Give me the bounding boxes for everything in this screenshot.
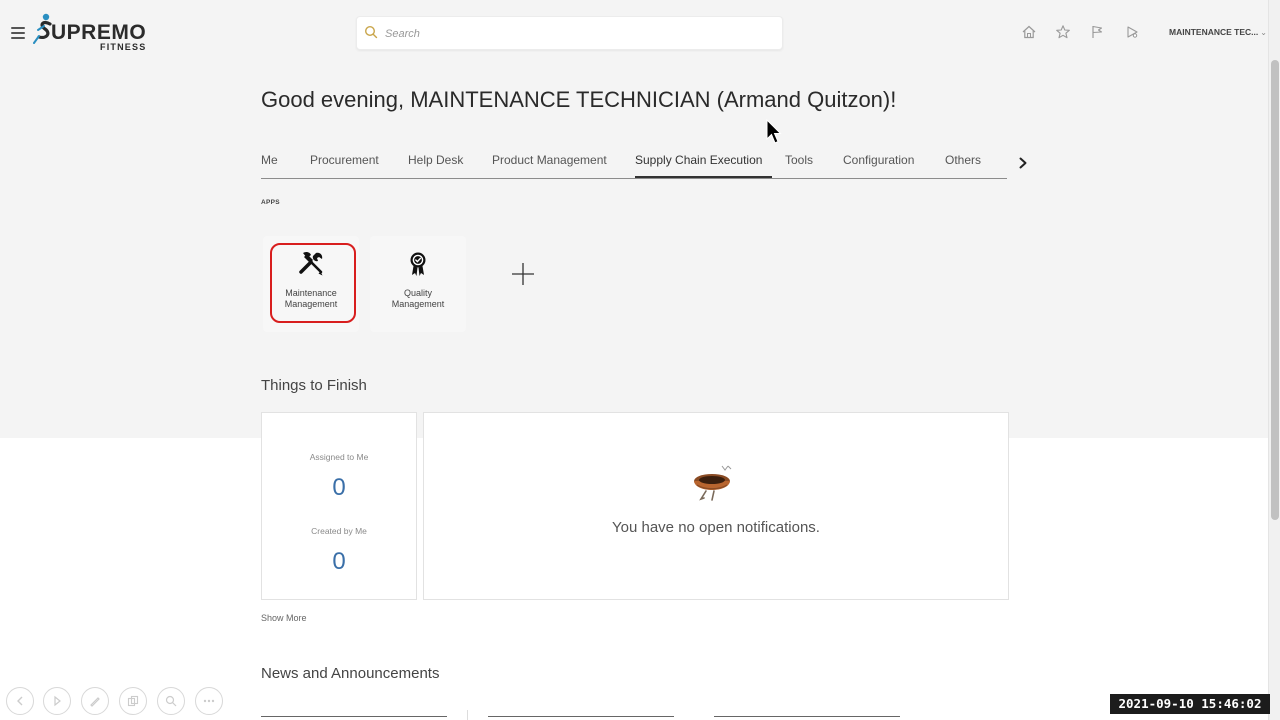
- user-menu-label: MAINTENANCE TEC...: [1169, 27, 1259, 37]
- star-icon[interactable]: [1055, 24, 1071, 40]
- tab-tools[interactable]: Tools: [785, 153, 813, 167]
- news-card[interactable]: [714, 716, 900, 720]
- app-tile-quality-management[interactable]: Quality Management: [370, 236, 466, 332]
- more-options-icon[interactable]: [195, 687, 223, 715]
- active-tab-indicator: [635, 176, 772, 178]
- search-box[interactable]: [356, 16, 783, 50]
- page-background: [0, 0, 1280, 438]
- assigned-to-me-count[interactable]: 0: [262, 474, 416, 502]
- play-icon[interactable]: [43, 687, 71, 715]
- search-icon: [364, 25, 378, 39]
- app-tile-maintenance-management[interactable]: Maintenance Management: [263, 236, 359, 332]
- chevron-right-icon[interactable]: [1017, 156, 1029, 170]
- recording-timestamp: 2021-09-10 15:46:02: [1110, 694, 1270, 714]
- flag-icon[interactable]: [1089, 24, 1105, 40]
- scrollbar-thumb[interactable]: [1271, 60, 1279, 520]
- tab-procurement[interactable]: Procurement: [310, 153, 379, 167]
- previous-icon[interactable]: [6, 687, 34, 715]
- tab-supply-chain-execution[interactable]: Supply Chain Execution: [635, 153, 762, 167]
- copy-icon[interactable]: [119, 687, 147, 715]
- zoom-icon[interactable]: [157, 687, 185, 715]
- news-title: News and Announcements: [261, 665, 440, 682]
- show-more-link[interactable]: Show More: [261, 613, 307, 623]
- notifications-icon[interactable]: [1124, 24, 1140, 40]
- app-tile-label: Quality Management: [391, 288, 445, 309]
- task-counts-card: Assigned to Me 0 Created by Me 0: [261, 412, 417, 600]
- created-by-me-label: Created by Me: [311, 526, 367, 536]
- search-input[interactable]: [383, 23, 777, 45]
- scrollbar[interactable]: [1268, 0, 1280, 720]
- tab-others[interactable]: Others: [945, 153, 981, 167]
- award-icon: [410, 252, 426, 276]
- pen-icon[interactable]: [81, 687, 109, 715]
- supremo-logo[interactable]: UPREMO FITNESS: [33, 12, 163, 54]
- tab-bar: Me Procurement Help Desk Product Managem…: [261, 145, 1007, 179]
- app-tile-label: Maintenance Management: [284, 288, 338, 309]
- news-card[interactable]: [488, 716, 674, 720]
- tab-configuration[interactable]: Configuration: [843, 153, 914, 167]
- empty-notifications-message: You have no open notifications.: [612, 519, 820, 536]
- page-greeting: Good evening, MAINTENANCE TECHNICIAN (Ar…: [261, 87, 897, 112]
- home-icon[interactable]: [1021, 24, 1037, 40]
- app-header: UPREMO FITNESS MAINTENANCE TEC...⌄: [0, 0, 1268, 62]
- things-to-finish-title: Things to Finish: [261, 377, 367, 394]
- chevron-down-icon: ⌄: [1260, 28, 1267, 37]
- tab-product-management[interactable]: Product Management: [492, 153, 607, 167]
- menu-icon[interactable]: [11, 27, 25, 39]
- news-card[interactable]: [261, 716, 447, 720]
- tab-help-desk[interactable]: Help Desk: [408, 153, 463, 167]
- tools-icon: [299, 251, 323, 276]
- mouse-cursor-icon: [766, 119, 782, 144]
- add-app-icon[interactable]: [510, 261, 536, 287]
- empty-nest-icon: [694, 465, 732, 501]
- tab-me[interactable]: Me: [261, 153, 278, 167]
- user-menu[interactable]: MAINTENANCE TEC... ⌄: [1169, 27, 1267, 37]
- notifications-card: You have no open notifications.: [423, 412, 1009, 600]
- apps-section-label: APPS: [261, 199, 280, 206]
- logo-subtext: FITNESS: [100, 42, 147, 52]
- news-divider: [467, 710, 468, 720]
- created-by-me-count[interactable]: 0: [262, 548, 416, 576]
- assigned-to-me-label: Assigned to Me: [309, 452, 369, 462]
